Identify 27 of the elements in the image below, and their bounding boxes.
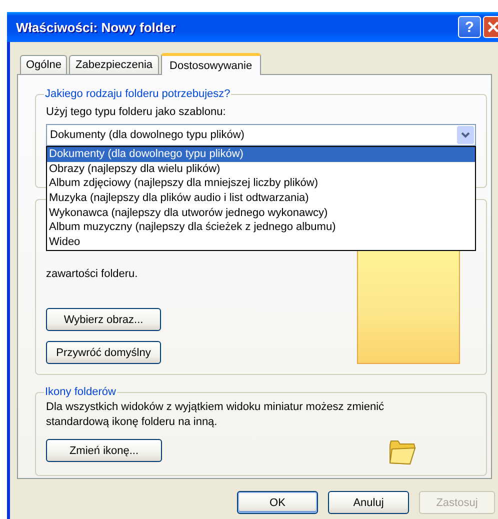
- dropdown-option[interactable]: Album muzyczny (najlepszy dla ścieżek z jednego albumu): [47, 220, 475, 236]
- dropdown-value: Dokumenty (dla dowolnego typu plików): [50, 129, 246, 141]
- help-button[interactable]: ?: [458, 16, 481, 38]
- dropdown-option[interactable]: Obrazy (najlepszy dla wielu plików): [47, 162, 475, 176]
- tab[interactable]: Zabezpieczenia: [69, 55, 159, 74]
- close-button[interactable]: [483, 16, 498, 38]
- window-title: Właściwości: Nowy folder: [16, 20, 177, 34]
- folder-type-dropdown[interactable]: Dokumenty (dla dowolnego typu plików): [46, 124, 476, 146]
- restore-default-button[interactable]: Przywróć domyślny: [46, 341, 161, 364]
- tab[interactable]: Dostosowywanie: [160, 53, 262, 75]
- picture-description: zawartości folderu.: [46, 267, 139, 282]
- template-label: Użyj tego typu folderu jako szablonu:: [46, 106, 227, 118]
- icon-description: Dla wszystkich widoków z wyjątkiem widoku miniatur możesz zmienić standardową ikonę folderu na inną.: [46, 400, 386, 430]
- dialog-button[interactable]: OK: [237, 491, 318, 514]
- dropdown-option[interactable]: Dokumenty (dla dowolnego typu plików): [47, 147, 475, 162]
- group-title: Jakiego rodzaju folderu potrzebujesz?: [44, 88, 232, 100]
- change-icon-button[interactable]: Zmień ikonę...: [46, 439, 162, 462]
- group-title: Ikony folderów: [44, 386, 117, 398]
- dropdown-option[interactable]: Wideo: [47, 235, 475, 250]
- dropdown-option[interactable]: Wykonawca (najlepszy dla utworów jednego wykonawcy): [47, 206, 475, 220]
- dialog-button[interactable]: Anuluj: [328, 491, 409, 514]
- choose-picture-button[interactable]: Wybierz obraz...: [46, 308, 161, 331]
- folder-icon: [388, 439, 416, 465]
- dropdown-option[interactable]: Muzyka (najlepszy dla plików audio i list odtwarzania): [47, 191, 475, 206]
- dropdown-option[interactable]: Album zdjęciowy (najlepszy dla mniejszej liczby plików): [47, 176, 475, 192]
- dropdown-caret-icon[interactable]: [457, 126, 474, 144]
- tab[interactable]: Ogólne: [20, 55, 68, 74]
